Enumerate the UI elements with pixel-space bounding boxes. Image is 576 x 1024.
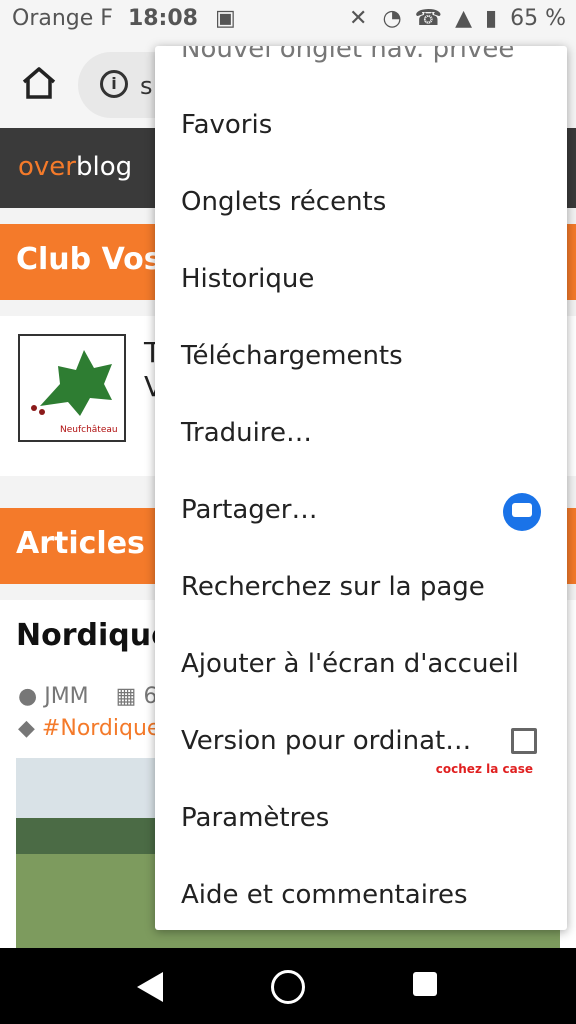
holly-leaf-icon: Neufchâteau <box>31 350 118 435</box>
home-circle-icon[interactable] <box>271 970 305 1004</box>
article-title[interactable]: Nordique <box>16 618 171 653</box>
calendar-icon: ▦ <box>115 684 137 709</box>
mute-icon: ✕ <box>349 6 368 31</box>
overblog-logo[interactable]: overblog <box>18 152 132 182</box>
article-author[interactable]: JMM <box>44 684 88 709</box>
notification-icon: ▣ <box>214 6 236 31</box>
carrier-label: Orange F <box>12 6 113 31</box>
checkbox-annotation: cochez la case <box>435 762 533 776</box>
menu-item-share[interactable]: Partager… <box>155 473 567 549</box>
status-bar: Orange F 18:08 ▣ ✕ ◔ ☎ ▲ ▮ 65 % <box>0 0 576 42</box>
article-meta: ● JMM ▦ 6 <box>18 684 157 709</box>
menu-item-downloads[interactable]: Téléchargements <box>155 319 567 395</box>
user-icon: ● <box>18 684 38 709</box>
menu-item-find-in-page[interactable]: Recherchez sur la page <box>155 550 567 626</box>
signal-icon: ▲ <box>455 6 472 31</box>
battery-icon: ▮ <box>484 6 498 31</box>
overflow-menu: Nouvel onglet nav. privée Favoris Onglet… <box>155 46 567 930</box>
menu-item-help[interactable]: Aide et commentaires <box>155 858 567 930</box>
home-icon[interactable] <box>20 64 58 102</box>
menu-item-recent-tabs[interactable]: Onglets récents <box>155 165 567 241</box>
menu-item-history[interactable]: Historique <box>155 242 567 318</box>
logo-caption: Neufchâteau <box>60 425 118 435</box>
tag-icon: ◆ <box>18 716 35 741</box>
url-text: s <box>140 72 153 100</box>
menu-item-bookmarks[interactable]: Favoris <box>155 88 567 164</box>
back-icon[interactable] <box>137 972 163 1002</box>
battery-level: 65 % <box>510 6 566 31</box>
message-share-icon[interactable] <box>503 493 541 531</box>
desktop-site-checkbox[interactable] <box>511 728 537 754</box>
recents-icon[interactable] <box>413 972 437 996</box>
article-tag[interactable]: ◆ #Nordique <box>18 716 160 741</box>
menu-item-translate[interactable]: Traduire… <box>155 396 567 472</box>
call-icon: ☎ <box>414 6 443 31</box>
clock-label: 18:08 <box>127 6 198 31</box>
android-nav-bar <box>0 948 576 1024</box>
info-icon[interactable]: i <box>100 70 128 98</box>
club-logo: Neufchâteau <box>18 334 126 442</box>
wifi-icon: ◔ <box>382 6 402 31</box>
menu-item-settings[interactable]: Paramètres <box>155 781 567 857</box>
menu-item-add-to-home[interactable]: Ajouter à l'écran d'accueil <box>155 627 567 703</box>
